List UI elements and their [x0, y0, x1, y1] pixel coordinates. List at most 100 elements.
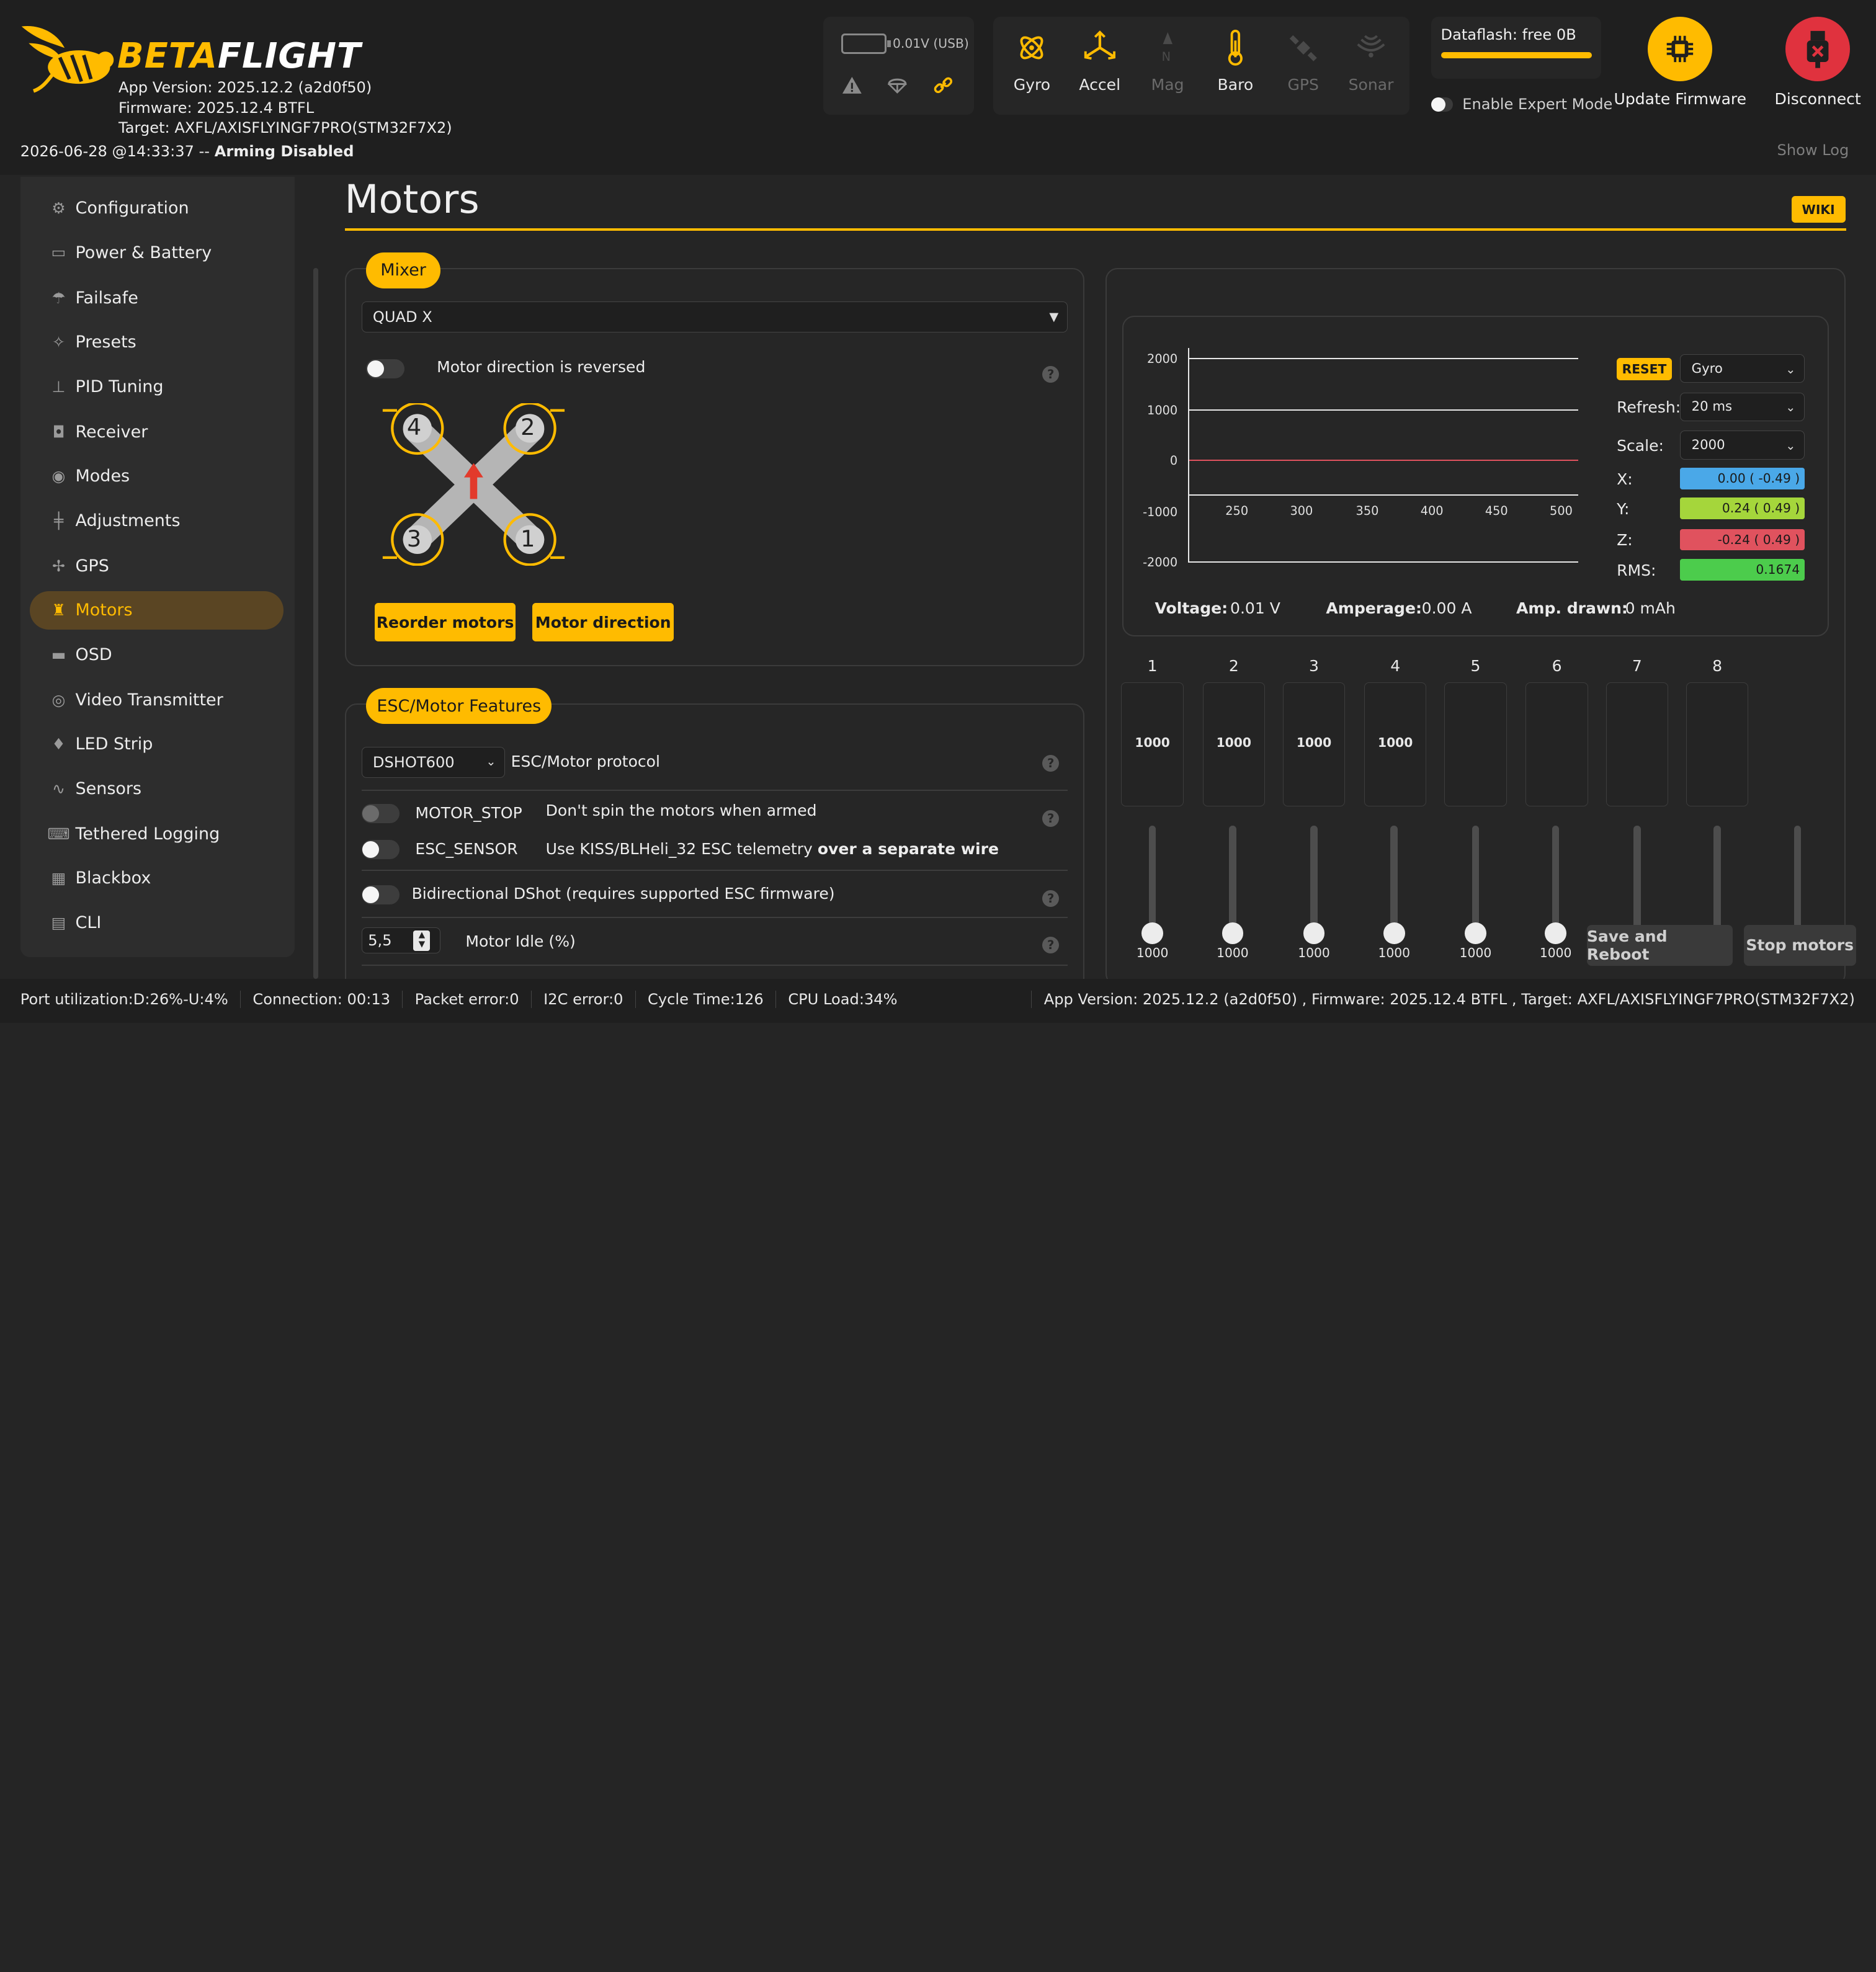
x-tick: 250	[1225, 504, 1249, 519]
wiki-button[interactable]: WIKI	[1791, 196, 1846, 223]
motor-slider-handle[interactable]	[1465, 922, 1486, 944]
motor-direction-reversed-toggle[interactable]	[366, 359, 404, 378]
x-tick: 350	[1356, 504, 1379, 519]
rms-value: 0.1674	[1680, 558, 1805, 581]
motor-value-box: 1000	[1364, 682, 1427, 807]
motor-stop-label: MOTOR_STOP	[415, 804, 522, 823]
bidirectional-dshot-toggle[interactable]	[361, 885, 400, 905]
sidebar-item-power-battery[interactable]: ▭ Power & Battery	[30, 233, 284, 272]
motor-slider-handle[interactable]	[1303, 922, 1325, 944]
sidebar-item-receiver[interactable]: ◘ Receiver	[30, 413, 284, 451]
link-icon	[932, 74, 954, 96]
motor-direction-button[interactable]: Motor direction	[532, 603, 674, 641]
refresh-select[interactable]: 20 ms ⌄	[1680, 392, 1805, 421]
chevron-down-icon: ⌄	[1785, 439, 1796, 453]
axis-y-value: 0.24 ( 0.49 )	[1680, 497, 1805, 520]
stop-motors-button[interactable]: Stop motors	[1743, 925, 1856, 966]
motor-stop-desc: Don't spin the motors when armed	[545, 801, 817, 820]
x-tick: 450	[1485, 504, 1508, 519]
x-axis	[1188, 494, 1579, 496]
motor-slider-handle[interactable]	[1383, 922, 1405, 944]
chip-icon	[1648, 17, 1713, 82]
sidebar-item-cli[interactable]: ▤ CLI	[30, 903, 284, 942]
y-tick: 2000	[1147, 352, 1178, 367]
divider	[361, 870, 1068, 872]
expert-mode-toggle[interactable]: Enable Expert Mode	[1431, 96, 1612, 113]
chevron-down-icon: ⌄	[1785, 400, 1796, 415]
motor-stop-toggle[interactable]	[361, 804, 400, 824]
gridline	[1188, 357, 1579, 359]
sidebar-item-blackbox[interactable]: ▦ Blackbox	[30, 859, 284, 898]
graph-source-select[interactable]: Gyro ⌄	[1680, 354, 1805, 383]
motor-number: 1	[1147, 657, 1158, 676]
help-icon[interactable]: ?	[1042, 810, 1060, 827]
sliders-icon: ╪	[53, 511, 64, 530]
battery-voltage: 0.01V (USB)	[893, 35, 969, 51]
motor-slider[interactable]	[1229, 826, 1236, 934]
motor-slider-handle[interactable]	[1545, 922, 1567, 944]
blackbox-icon: ▦	[51, 869, 66, 888]
esc-protocol-select[interactable]: DSHOT600 ⌄	[361, 746, 506, 778]
connection-time: Connection: 00:13	[241, 991, 403, 1009]
motor-direction-reversed-label: Motor direction is reversed	[437, 357, 646, 376]
y-tick: -1000	[1143, 505, 1178, 520]
motor-value-box	[1444, 682, 1507, 807]
motor-slider[interactable]	[1472, 826, 1480, 934]
motor-slider-handle[interactable]	[1222, 922, 1244, 944]
sensor-gps: GPS	[1271, 17, 1336, 115]
sidebar-item-video-transmitter[interactable]: ◎ Video Transmitter	[30, 681, 284, 720]
motor-label-1: 1	[520, 525, 535, 552]
sidebar-item-presets[interactable]: ✧ Presets	[30, 323, 284, 362]
disconnect-button[interactable]: Disconnect	[1746, 17, 1876, 108]
esc-sensor-toggle[interactable]	[361, 840, 400, 860]
sidebar-item-sensors[interactable]: ∿ Sensors	[30, 769, 284, 808]
motor-slider[interactable]	[1390, 826, 1398, 934]
stepper-icon[interactable]: ▲ ▼	[413, 930, 431, 951]
x-tick: 300	[1290, 504, 1313, 519]
motor-slider[interactable]	[1310, 826, 1318, 934]
reorder-motors-button[interactable]: Reorder motors	[374, 603, 516, 641]
motor-label-2: 2	[520, 414, 535, 441]
motor-slider[interactable]	[1633, 826, 1641, 934]
rms-label: RMS:	[1617, 561, 1656, 579]
amperage-label: Amperage:	[1326, 599, 1423, 618]
update-firmware-button[interactable]: Update Firmware	[1609, 17, 1752, 108]
sidebar-item-pid-tuning[interactable]: ⊥ PID Tuning	[30, 367, 284, 406]
axis-z-label: Z:	[1617, 531, 1633, 550]
dataflash-bar	[1440, 51, 1592, 58]
save-and-reboot-button[interactable]: Save and Reboot	[1586, 925, 1733, 966]
sidebar-item-motors[interactable]: ♜ Motors	[30, 591, 284, 630]
sidebar-item-failsafe[interactable]: ☂ Failsafe	[30, 279, 284, 317]
motor-slider[interactable]	[1552, 826, 1560, 934]
sidebar-item-led-strip[interactable]: ♦ LED Strip	[30, 725, 284, 764]
motor-slider-handle[interactable]	[1141, 922, 1163, 944]
wand-icon: ✧	[51, 333, 65, 352]
sensor-status-panel: Gyro Accel N Mag Baro GPS Sonar	[993, 17, 1410, 115]
motor-slider[interactable]	[1713, 826, 1721, 934]
sensor-mag: N Mag	[1135, 17, 1200, 115]
motor-number: 3	[1309, 657, 1319, 676]
master-slider[interactable]	[1793, 826, 1802, 934]
amp-drawn-value: 0 mAh	[1625, 599, 1676, 618]
y-axis	[1188, 348, 1190, 561]
expert-mode-switch[interactable]	[1431, 97, 1453, 112]
motor-value-box: 1000	[1121, 682, 1184, 807]
motor-idle-input[interactable]: 5,5 ▲ ▼	[361, 927, 440, 954]
sidebar-item-gps[interactable]: ✢ GPS	[30, 547, 284, 586]
motor-slider[interactable]	[1148, 826, 1156, 934]
header: BETAFLIGHT App Version: 2025.12.2 (a2d0f…	[0, 0, 1876, 175]
scale-select[interactable]: 2000 ⌄	[1680, 431, 1805, 460]
sidebar-item-osd[interactable]: ▬ OSD	[30, 635, 284, 674]
sidebar-item-modes[interactable]: ◉ Modes	[30, 457, 284, 496]
chevron-down-icon: ⌄	[1785, 362, 1796, 377]
sidebar-nav: ⚙ Configuration ▭ Power & Battery ☂ Failsaf…	[20, 177, 295, 958]
graph-reset-button[interactable]: RESET	[1617, 357, 1672, 381]
mixer-select[interactable]: QUAD X ▼	[361, 301, 1068, 333]
sidebar-item-adjustments[interactable]: ╪ Adjustments	[30, 501, 284, 540]
sensor-gyro: Gyro	[999, 17, 1064, 115]
sidebar-item-configuration[interactable]: ⚙ Configuration	[30, 189, 284, 228]
packet-error: Packet error:0	[403, 991, 532, 1009]
sidebar-item-tethered-logging[interactable]: ⌨ Tethered Logging	[30, 815, 284, 854]
show-log-link[interactable]: Show Log	[1777, 141, 1849, 159]
content-scrollbar[interactable]	[313, 268, 319, 979]
